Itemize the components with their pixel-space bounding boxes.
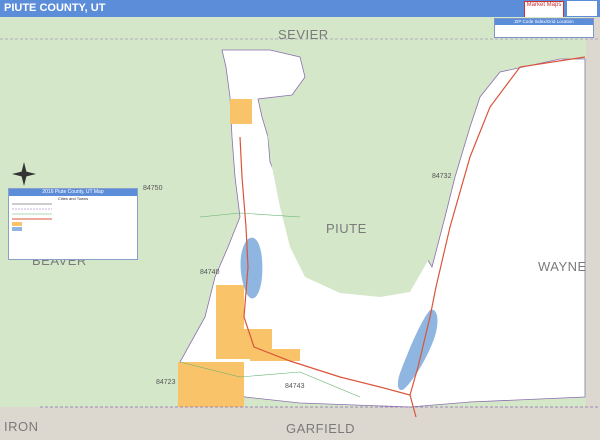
legend-title: 2016 Piute County, UT Map: [9, 189, 137, 196]
county-label-sevier: SEVIER: [278, 27, 329, 42]
zip-label-84743: 84743: [285, 383, 305, 390]
zip-label-84740: 84740: [200, 269, 220, 276]
zip-index-box: ZIP Code Index/Grid Location: [494, 18, 594, 38]
gray-region-east: [586, 17, 600, 440]
city-area-junction: [216, 285, 244, 359]
map-title: PIUTE COUNTY, UT: [4, 2, 106, 14]
county-label-iron: IRON: [4, 419, 39, 434]
county-label-wayne: WAYNE: [538, 259, 587, 274]
legend-row: [9, 227, 137, 232]
map-page: PIUTE COUNTY, UT Market Maps SEVIER PIUT…: [0, 0, 600, 440]
brand-logo: Market Maps: [524, 1, 564, 18]
map-canvas[interactable]: SEVIER PIUTE BEAVER WAYNE GARFIELD IRON …: [0, 17, 600, 440]
county-label-piute: PIUTE: [326, 221, 367, 236]
brand-logo-text: Market Maps: [526, 2, 562, 8]
secondary-logo: [567, 1, 597, 16]
map-legend: 2016 Piute County, UT Map Cities and Tow…: [8, 188, 138, 260]
zip-label-84732: 84732: [432, 173, 452, 180]
zip-label-84723: 84723: [156, 379, 176, 386]
city-area-south: [178, 362, 244, 407]
city-area-north: [230, 99, 252, 124]
zip-label-84750: 84750: [143, 185, 163, 192]
county-label-garfield: GARFIELD: [286, 421, 356, 436]
title-bar: PIUTE COUNTY, UT Market Maps: [0, 0, 600, 18]
zip-index-title: ZIP Code Index/Grid Location: [495, 19, 593, 25]
